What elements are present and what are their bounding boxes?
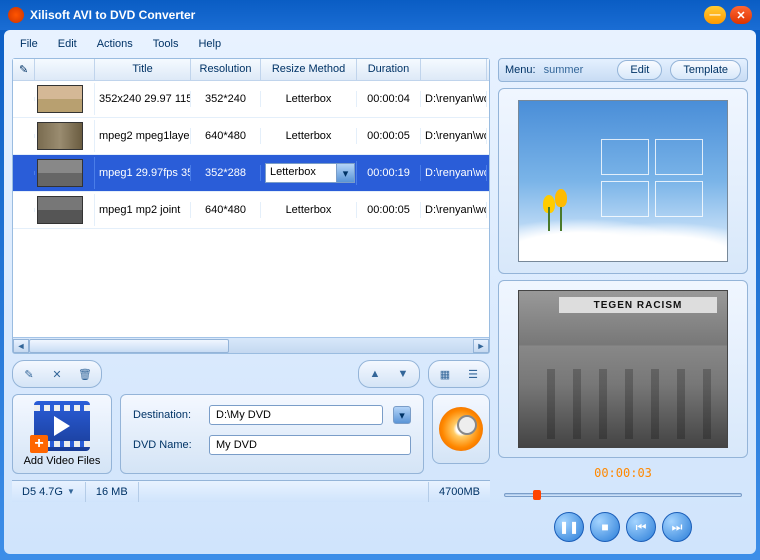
hscrollbar[interactable]: ◄ ►	[13, 337, 489, 353]
status-disc[interactable]: D5 4.7G▼	[12, 482, 86, 502]
cell-resolution: 352*288	[191, 165, 261, 181]
video-thumbnail	[37, 122, 83, 150]
template-button[interactable]: Template	[670, 60, 741, 80]
cell-resize[interactable]: Letterbox▾	[261, 161, 357, 185]
cell-resolution: 640*480	[191, 202, 261, 218]
scroll-thumb[interactable]	[29, 339, 229, 353]
cell-resize: Letterbox	[261, 202, 357, 218]
stop-button[interactable]: ■	[590, 512, 620, 542]
destination-input[interactable]: D:\My DVD	[209, 405, 383, 425]
menu-file[interactable]: File	[12, 34, 46, 54]
cell-duration: 00:00:04	[357, 91, 421, 107]
menu-help[interactable]: Help	[190, 34, 229, 54]
cell-dest: D:\renyan\wor	[421, 91, 487, 107]
time-display: 00:00:03	[498, 464, 748, 482]
th-resize[interactable]: Resize Method	[261, 59, 357, 80]
resize-combo[interactable]: Letterbox▾	[265, 163, 355, 183]
next-button[interactable]: ⏭	[662, 512, 692, 542]
status-total: 4700MB	[428, 482, 490, 502]
view-list-button[interactable]: ☰	[460, 364, 486, 384]
view-thumb-button[interactable]: ▦	[432, 364, 458, 384]
cell-title: mpeg2 mpeg1layer2	[95, 128, 191, 144]
scroll-right-icon[interactable]: ►	[473, 339, 489, 353]
menu-value: summer	[544, 64, 610, 76]
delete-button[interactable]: 🗑	[72, 364, 98, 384]
cell-dest: D:\renyan\wor	[421, 165, 487, 181]
burn-button[interactable]	[432, 394, 490, 464]
add-video-icon: +	[34, 401, 90, 451]
chevron-down-icon[interactable]: ▾	[336, 164, 354, 182]
cell-duration: 00:00:05	[357, 202, 421, 218]
cell-resize: Letterbox	[261, 128, 357, 144]
table-row[interactable]: mpeg1 mp2 joint640*480Letterbox00:00:05D…	[13, 192, 489, 229]
th-resolution[interactable]: Resolution	[191, 59, 261, 80]
cell-duration: 00:00:05	[357, 128, 421, 144]
prev-button[interactable]: ⏮	[626, 512, 656, 542]
seek-thumb[interactable]	[533, 490, 541, 500]
menu-tools[interactable]: Tools	[145, 34, 187, 54]
app-title: Xilisoft AVI to DVD Converter	[30, 8, 704, 22]
destination-dropdown-icon[interactable]: ▾	[393, 406, 411, 424]
cell-title: 352x240 29.97 1150	[95, 91, 191, 107]
statusbar: D5 4.7G▼ 16 MB 4700MB	[12, 480, 490, 502]
menu-actions[interactable]: Actions	[89, 34, 141, 54]
file-table: ✎ Title Resolution Resize Method Duratio…	[12, 58, 490, 354]
add-video-files-button[interactable]: + Add Video Files	[12, 394, 112, 474]
menu-edit[interactable]: Edit	[50, 34, 85, 54]
menubar: File Edit Actions Tools Help	[4, 30, 756, 58]
table-row[interactable]: mpeg1 29.97fps 352352*288Letterbox▾00:00…	[13, 155, 489, 192]
seek-slider[interactable]	[504, 490, 742, 500]
add-video-label: Add Video Files	[19, 455, 105, 467]
edit-menu-button[interactable]: Edit	[617, 60, 662, 80]
th-thumb	[35, 59, 95, 80]
burn-disc-icon	[439, 407, 483, 451]
edit-button[interactable]: ✎	[16, 364, 42, 384]
cell-resolution: 640*480	[191, 128, 261, 144]
cell-title: mpeg1 29.97fps 352	[95, 165, 191, 181]
cell-resolution: 352*240	[191, 91, 261, 107]
th-title[interactable]: Title	[95, 59, 191, 80]
video-preview-pane: TEGEN RACISM	[498, 280, 748, 458]
tulips-icon	[539, 189, 573, 231]
video-thumbnail	[37, 85, 83, 113]
destination-label: Destination:	[133, 409, 203, 421]
menu-label: Menu:	[505, 64, 536, 76]
th-duration[interactable]: Duration	[357, 59, 421, 80]
video-thumbnail	[37, 196, 83, 224]
move-down-button[interactable]: ▼	[390, 364, 416, 384]
table-row[interactable]: 352x240 29.97 1150352*240Letterbox00:00:…	[13, 81, 489, 118]
app-logo-icon	[8, 7, 24, 23]
cell-dest: D:\renyan\wor	[421, 202, 487, 218]
cell-dest: D:\renyan\wor	[421, 128, 487, 144]
cell-resize: Letterbox	[261, 91, 357, 107]
table-row[interactable]: mpeg2 mpeg1layer2640*480Letterbox00:00:0…	[13, 118, 489, 155]
minimize-button[interactable]: —	[704, 6, 726, 24]
dvd-menu-strip: Menu: summer Edit Template	[498, 58, 748, 82]
cell-title: mpeg1 mp2 joint	[95, 202, 191, 218]
titlebar: Xilisoft AVI to DVD Converter — ✕	[0, 0, 760, 30]
remove-button[interactable]: ✕	[44, 364, 70, 384]
th-dest	[421, 59, 487, 80]
menu-preview	[498, 88, 748, 274]
move-up-button[interactable]: ▲	[362, 364, 388, 384]
video-banner: TEGEN RACISM	[559, 297, 717, 313]
status-used: 16 MB	[86, 482, 139, 502]
dvdname-label: DVD Name:	[133, 439, 203, 451]
close-button[interactable]: ✕	[730, 6, 752, 24]
pause-button[interactable]: ❚❚	[554, 512, 584, 542]
video-thumbnail	[37, 159, 83, 187]
scroll-left-icon[interactable]: ◄	[13, 339, 29, 353]
th-edit-icon[interactable]: ✎	[13, 59, 35, 80]
dvdname-input[interactable]: My DVD	[209, 435, 411, 455]
cell-duration: 00:00:19	[357, 165, 421, 181]
